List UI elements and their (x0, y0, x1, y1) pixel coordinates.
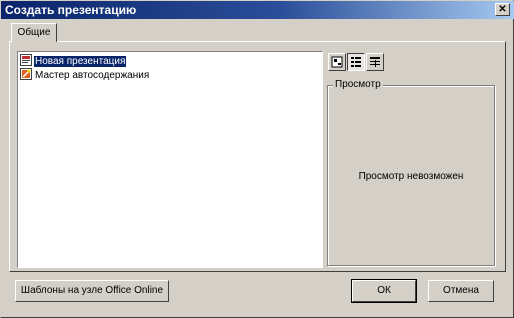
create-presentation-dialog: Создать презентацию ✕ Общие Новая презен… (0, 0, 514, 318)
window-title: Создать презентацию (5, 3, 137, 17)
preview-message: Просмотр невозможен (358, 171, 464, 182)
tab-label: Общие (17, 27, 51, 38)
button-label: Шаблоны на узле Office Online (20, 285, 164, 296)
template-list[interactable]: Новая презентация Мастер автосодержания (17, 51, 323, 268)
autocontent-wizard-icon (20, 68, 32, 80)
title-bar[interactable]: Создать презентацию (1, 1, 514, 19)
details-view-button[interactable] (366, 53, 384, 71)
tab-general[interactable]: Общие (11, 23, 57, 42)
large-icons-button[interactable] (328, 53, 346, 71)
preview-title: Просмотр (333, 79, 383, 90)
large-icons-icon (331, 56, 343, 68)
ok-button[interactable]: ОК (351, 279, 417, 303)
new-presentation-icon (20, 54, 32, 66)
list-item-label: Мастер автосодержания (35, 70, 150, 81)
office-online-templates-button[interactable]: Шаблоны на узле Office Online (15, 280, 169, 302)
list-item-autocontent-wizard[interactable]: Мастер автосодержания (20, 68, 150, 82)
button-label: Отмена (443, 285, 479, 296)
cancel-button[interactable]: Отмена (428, 280, 494, 302)
close-button[interactable]: ✕ (495, 3, 510, 16)
details-view-icon (370, 57, 380, 67)
list-item-label: Новая презентация (34, 56, 127, 67)
list-view-button[interactable] (347, 53, 365, 71)
list-item-new-presentation[interactable]: Новая презентация (20, 54, 127, 68)
close-icon: ✕ (498, 4, 507, 15)
button-label: ОК (377, 285, 391, 296)
list-view-icon (351, 57, 361, 67)
